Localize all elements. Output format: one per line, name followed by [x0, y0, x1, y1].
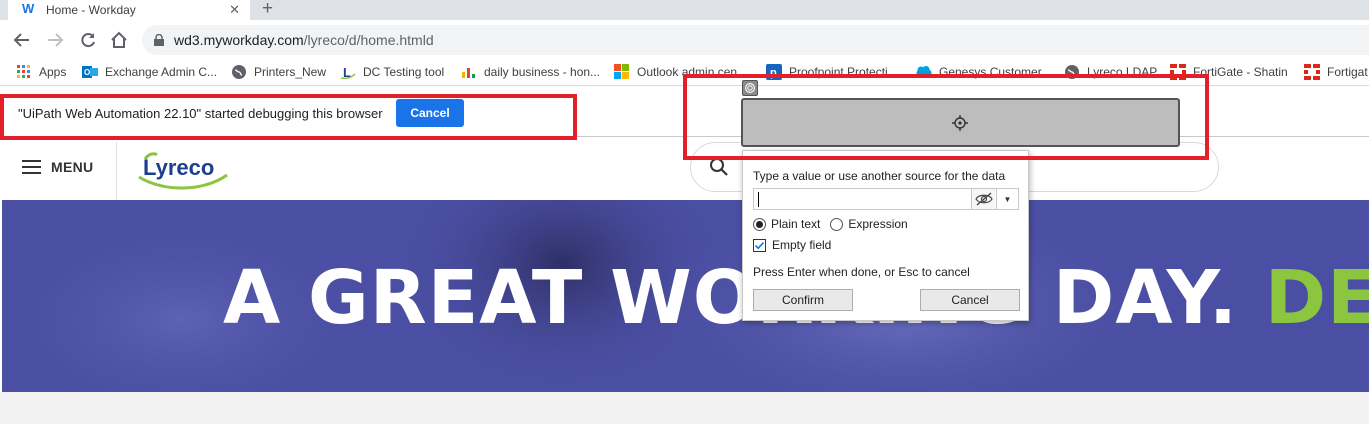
browser-tab[interactable]: W Home - Workday ✕: [8, 0, 250, 20]
search-icon: [710, 158, 728, 176]
home-icon[interactable]: [108, 29, 130, 51]
logo-text: Lyreco: [143, 155, 214, 180]
empty-field-checkbox[interactable]: [753, 238, 766, 252]
empty-field-option: Empty field: [753, 238, 831, 252]
microsoft-icon: [614, 64, 629, 79]
bookmark-label: Printers_New: [254, 65, 327, 79]
hero-accent-text: DEL: [1264, 255, 1369, 341]
expression-label: Expression: [848, 217, 908, 231]
checkmark-icon: [754, 241, 765, 249]
lock-icon: [154, 34, 164, 46]
hero-main-text: A GREAT WORKING DAY.: [223, 255, 1238, 341]
outlook-icon: O: [82, 66, 98, 78]
globe-icon: [232, 65, 246, 79]
bookmark-printers[interactable]: Printers_New: [231, 64, 326, 80]
new-tab-icon[interactable]: +: [262, 0, 273, 20]
apps-grid-icon: [17, 65, 30, 78]
tab-strip: W Home - Workday ✕ +: [0, 0, 1369, 20]
tab-title: Home - Workday: [46, 3, 136, 17]
hero-banner: A GREAT WORKING DAY. DEL: [2, 200, 1369, 392]
browser-toolbar: wd3.myworkday.com/lyreco/d/home.htmld: [0, 20, 1369, 60]
plain-text-label: Plain text: [771, 217, 821, 231]
bookmark-exchange-admin[interactable]: O Exchange Admin C...: [82, 64, 217, 80]
bookmark-apps[interactable]: Apps: [16, 64, 66, 80]
lyreco-l-icon: L: [340, 65, 356, 80]
url-path: /lyreco/d/home.htmld: [303, 32, 434, 48]
plain-text-radio[interactable]: [753, 217, 766, 231]
header-divider: [116, 142, 117, 200]
bookmark-label: daily business - hon...: [484, 65, 601, 79]
text-caret: [758, 192, 759, 207]
bookmark-fortigate-2[interactable]: Fortigat: [1304, 64, 1368, 80]
url-text: wd3.myworkday.com/lyreco/d/home.htmld: [174, 32, 434, 48]
bookmark-daily-business[interactable]: daily business - hon...: [461, 64, 600, 80]
back-icon[interactable]: [11, 29, 33, 51]
menu-label: MENU: [51, 159, 94, 175]
popup-prompt: Type a value or use another source for t…: [753, 169, 1006, 183]
annotation-box-target: [683, 74, 1209, 160]
annotation-box-debug-bar: [0, 94, 577, 140]
screen: W Home - Workday ✕ + wd3.myworkday.com/l…: [0, 0, 1369, 424]
popup-hint: Press Enter when done, or Esc to cancel: [753, 265, 970, 279]
menu-button[interactable]: MENU: [22, 159, 93, 175]
chart-icon: [462, 68, 475, 78]
hamburger-icon: [22, 160, 41, 174]
svg-text:O: O: [84, 68, 90, 77]
lyreco-logo[interactable]: Lyreco: [135, 145, 235, 193]
workday-favicon-icon: W: [22, 1, 35, 16]
popup-cancel-button[interactable]: Cancel: [920, 289, 1020, 311]
type-value-popup: Type a value or use another source for t…: [742, 150, 1029, 321]
hide-value-eye-icon[interactable]: [971, 189, 995, 209]
bookmark-label: Apps: [39, 65, 67, 79]
bookmark-label: DC Testing tool: [363, 65, 445, 79]
bookmark-label: Exchange Admin C...: [105, 65, 218, 79]
value-input[interactable]: ▼: [753, 188, 1019, 210]
bookmark-dc-testing[interactable]: L DC Testing tool: [340, 64, 444, 80]
fortinet-icon: [1304, 64, 1320, 80]
dropdown-arrow-icon[interactable]: ▼: [996, 189, 1018, 209]
reload-icon[interactable]: [77, 29, 99, 51]
forward-icon[interactable]: [44, 29, 66, 51]
expression-radio[interactable]: [830, 217, 844, 231]
url-host: wd3.myworkday.com: [174, 32, 304, 48]
bookmark-label: Fortigat: [1327, 65, 1368, 79]
page-content-area: [0, 392, 1369, 424]
close-tab-icon[interactable]: ✕: [229, 2, 240, 18]
address-bar[interactable]: wd3.myworkday.com/lyreco/d/home.htmld: [142, 25, 1369, 55]
empty-field-label: Empty field: [772, 238, 832, 252]
input-mode-group: Plain text Expression: [753, 217, 908, 231]
confirm-button[interactable]: Confirm: [753, 289, 853, 311]
